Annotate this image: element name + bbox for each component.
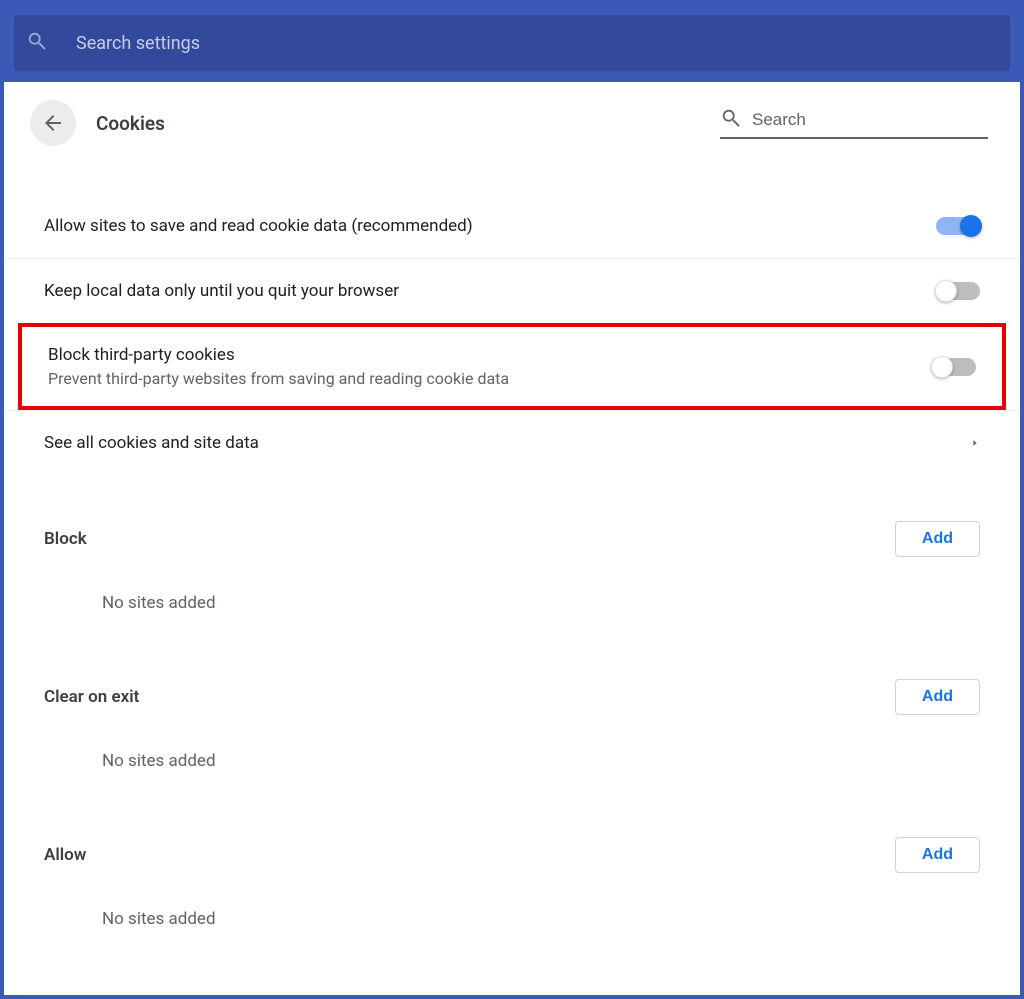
back-button[interactable] (30, 100, 76, 146)
toggle-keep-local[interactable] (936, 282, 980, 300)
setting-keep-local: Keep local data only until you quit your… (4, 258, 1020, 323)
page-title: Cookies (96, 112, 165, 135)
setting-allow-cookies: Allow sites to save and read cookie data… (4, 194, 1020, 258)
toggle-block-third-party[interactable] (932, 358, 976, 376)
header-left: Cookies (30, 100, 165, 146)
top-bar: Search settings (4, 4, 1020, 82)
section-empty-text: No sites added (44, 715, 980, 797)
toggle-knob (931, 356, 953, 378)
app-frame: Search settings Cookies Allow sites to s… (0, 0, 1024, 999)
page-header: Cookies (4, 82, 1020, 154)
add-block-button[interactable]: Add (895, 521, 980, 557)
section-block: Block Add No sites added (4, 505, 1020, 639)
section-title: Clear on exit (44, 687, 139, 707)
add-allow-button[interactable]: Add (895, 837, 980, 873)
section-allow: Allow Add No sites added (4, 821, 1020, 955)
setting-label: Allow sites to save and read cookie data… (44, 216, 473, 236)
section-title: Block (44, 529, 87, 549)
highlight-block-third-party: Block third-party cookies Prevent third-… (18, 323, 1006, 410)
section-title: Allow (44, 845, 86, 865)
setting-block-third-party: Block third-party cookies Prevent third-… (22, 327, 1002, 406)
content-area: Cookies Allow sites to save and read coo… (4, 82, 1020, 995)
search-icon (720, 107, 742, 133)
page-search-input[interactable] (752, 110, 988, 130)
section-empty-text: No sites added (44, 557, 980, 639)
search-icon (26, 30, 48, 56)
setting-see-all-cookies[interactable]: See all cookies and site data (4, 410, 1020, 475)
setting-label: See all cookies and site data (44, 433, 259, 453)
page-search[interactable] (720, 107, 988, 139)
top-search-bar[interactable]: Search settings (14, 15, 1010, 71)
toggle-knob (935, 280, 957, 302)
back-arrow-icon (41, 111, 65, 135)
section-clear-on-exit: Clear on exit Add No sites added (4, 663, 1020, 797)
chevron-right-icon (970, 436, 980, 450)
setting-label: Keep local data only until you quit your… (44, 281, 399, 301)
top-search-placeholder: Search settings (76, 33, 200, 54)
setting-label: Block third-party cookies (48, 345, 509, 365)
toggle-allow-cookies[interactable] (936, 217, 980, 235)
section-empty-text: No sites added (44, 873, 980, 955)
toggle-knob (960, 215, 982, 237)
setting-sublabel: Prevent third-party websites from saving… (48, 369, 509, 388)
add-clear-on-exit-button[interactable]: Add (895, 679, 980, 715)
